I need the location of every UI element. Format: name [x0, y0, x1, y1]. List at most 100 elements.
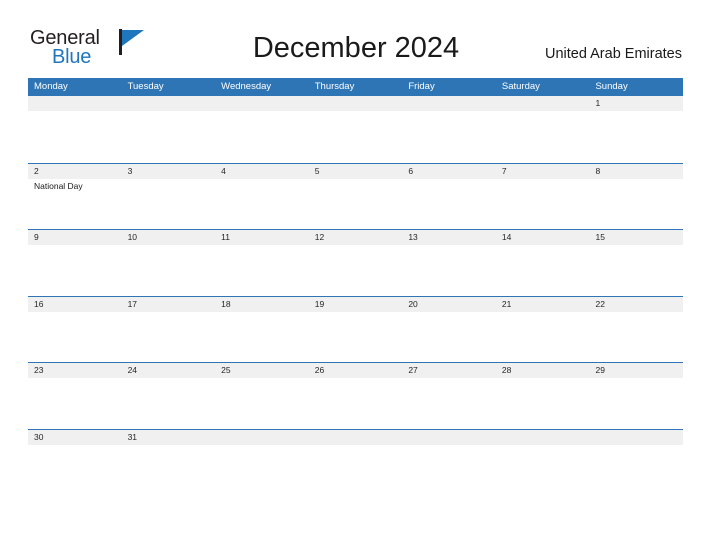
day-number[interactable]: 18: [215, 297, 309, 312]
day-cell[interactable]: National Day: [28, 179, 122, 230]
day-cell[interactable]: [215, 179, 309, 230]
day-cell[interactable]: [122, 445, 216, 463]
day-cell[interactable]: [402, 445, 496, 463]
weekday-header-friday: Friday: [408, 81, 435, 92]
day-cell[interactable]: [496, 445, 590, 463]
day-number[interactable]: 16: [28, 297, 122, 312]
day-cell[interactable]: [215, 445, 309, 463]
day-number[interactable]: 5: [309, 164, 403, 179]
day-cell[interactable]: [28, 312, 122, 363]
day-cell[interactable]: [215, 378, 309, 429]
day-number-empty: [309, 430, 403, 445]
day-number[interactable]: 29: [589, 363, 683, 378]
holiday-event-label: National Day: [34, 180, 83, 191]
day-number-band: 30 31: [28, 429, 683, 445]
day-cell[interactable]: [589, 245, 683, 296]
day-number[interactable]: 12: [309, 230, 403, 245]
day-number-empty: [28, 96, 122, 111]
weekday-header-monday: Monday: [34, 81, 68, 92]
weekday-header-saturday: Saturday: [501, 81, 540, 92]
day-cell[interactable]: [402, 378, 496, 429]
weekday-header-thursday: Thursday: [314, 81, 355, 92]
day-cell[interactable]: [28, 245, 122, 296]
day-cell[interactable]: [496, 179, 590, 230]
day-number[interactable]: 13: [402, 230, 496, 245]
day-cell[interactable]: [589, 111, 683, 163]
week-row: 16 17 18 19 20 21 22: [28, 295, 683, 363]
week-row: 30 31: [28, 428, 683, 463]
day-number[interactable]: 1: [589, 96, 683, 111]
day-number[interactable]: 28: [496, 363, 590, 378]
day-number-empty: [589, 430, 683, 445]
day-cell[interactable]: [589, 445, 683, 463]
day-cell[interactable]: [122, 378, 216, 429]
day-cell[interactable]: [28, 378, 122, 429]
weekday-header-tuesday: Tuesday: [127, 81, 164, 92]
day-number[interactable]: 7: [496, 164, 590, 179]
day-cell[interactable]: [496, 111, 590, 163]
day-cell[interactable]: [215, 245, 309, 296]
day-number[interactable]: 6: [402, 164, 496, 179]
day-cell[interactable]: [309, 312, 403, 363]
day-cell[interactable]: [122, 111, 216, 163]
day-cell[interactable]: [309, 111, 403, 163]
day-cell[interactable]: [122, 245, 216, 296]
day-number[interactable]: 17: [122, 297, 216, 312]
day-number[interactable]: 9: [28, 230, 122, 245]
day-number[interactable]: 27: [402, 363, 496, 378]
day-number[interactable]: 14: [496, 230, 590, 245]
day-number-empty: [496, 430, 590, 445]
day-cell[interactable]: [309, 445, 403, 463]
day-number[interactable]: 24: [122, 363, 216, 378]
week-row: 2 3 4 5 6 7 8 National Day: [28, 162, 683, 230]
day-cell[interactable]: [28, 111, 122, 163]
day-events-band: [28, 245, 683, 296]
day-cell[interactable]: [122, 312, 216, 363]
day-number[interactable]: 26: [309, 363, 403, 378]
day-number[interactable]: 21: [496, 297, 590, 312]
day-cell[interactable]: [402, 179, 496, 230]
day-number[interactable]: 4: [215, 164, 309, 179]
day-number[interactable]: 23: [28, 363, 122, 378]
day-number[interactable]: 20: [402, 297, 496, 312]
day-cell[interactable]: [496, 245, 590, 296]
day-events-band: [28, 111, 683, 163]
day-cell[interactable]: [215, 111, 309, 163]
day-number[interactable]: 19: [309, 297, 403, 312]
day-cell[interactable]: [589, 378, 683, 429]
day-cell[interactable]: [402, 111, 496, 163]
week-row: 1: [28, 96, 683, 163]
day-cell[interactable]: [309, 245, 403, 296]
weekday-header-row: Monday Tuesday Wednesday Thursday Friday Satu…: [28, 78, 683, 96]
day-cell[interactable]: [402, 312, 496, 363]
weekday-header-wednesday: Wednesday: [221, 81, 272, 92]
day-number-band: 23 24 25 26 27 28 29: [28, 363, 683, 378]
day-cell[interactable]: [589, 179, 683, 230]
day-number[interactable]: 15: [589, 230, 683, 245]
calendar-grid: Monday Tuesday Wednesday Thursday Friday Satu…: [28, 78, 683, 463]
day-number[interactable]: 8: [589, 164, 683, 179]
day-number-empty: [215, 96, 309, 111]
day-cell[interactable]: [28, 445, 122, 463]
week-row: 23 24 25 26 27 28 29: [28, 362, 683, 429]
day-number[interactable]: 31: [122, 430, 216, 445]
day-cell[interactable]: [309, 179, 403, 230]
day-cell[interactable]: [589, 312, 683, 363]
day-number[interactable]: 30: [28, 430, 122, 445]
region-label: United Arab Emirates: [544, 46, 682, 62]
day-number[interactable]: 3: [122, 164, 216, 179]
day-cell[interactable]: [215, 312, 309, 363]
day-number[interactable]: 25: [215, 363, 309, 378]
day-cell[interactable]: [402, 245, 496, 296]
day-number-empty: [122, 96, 216, 111]
day-events-band: [28, 378, 683, 429]
day-number[interactable]: 2: [28, 164, 122, 179]
day-cell[interactable]: [496, 312, 590, 363]
day-number-band: 16 17 18 19 20 21 22: [28, 296, 683, 312]
day-cell[interactable]: [122, 179, 216, 230]
day-number[interactable]: 11: [215, 230, 309, 245]
day-number[interactable]: 10: [122, 230, 216, 245]
day-number[interactable]: 22: [589, 297, 683, 312]
day-cell[interactable]: [309, 378, 403, 429]
day-cell[interactable]: [496, 378, 590, 429]
